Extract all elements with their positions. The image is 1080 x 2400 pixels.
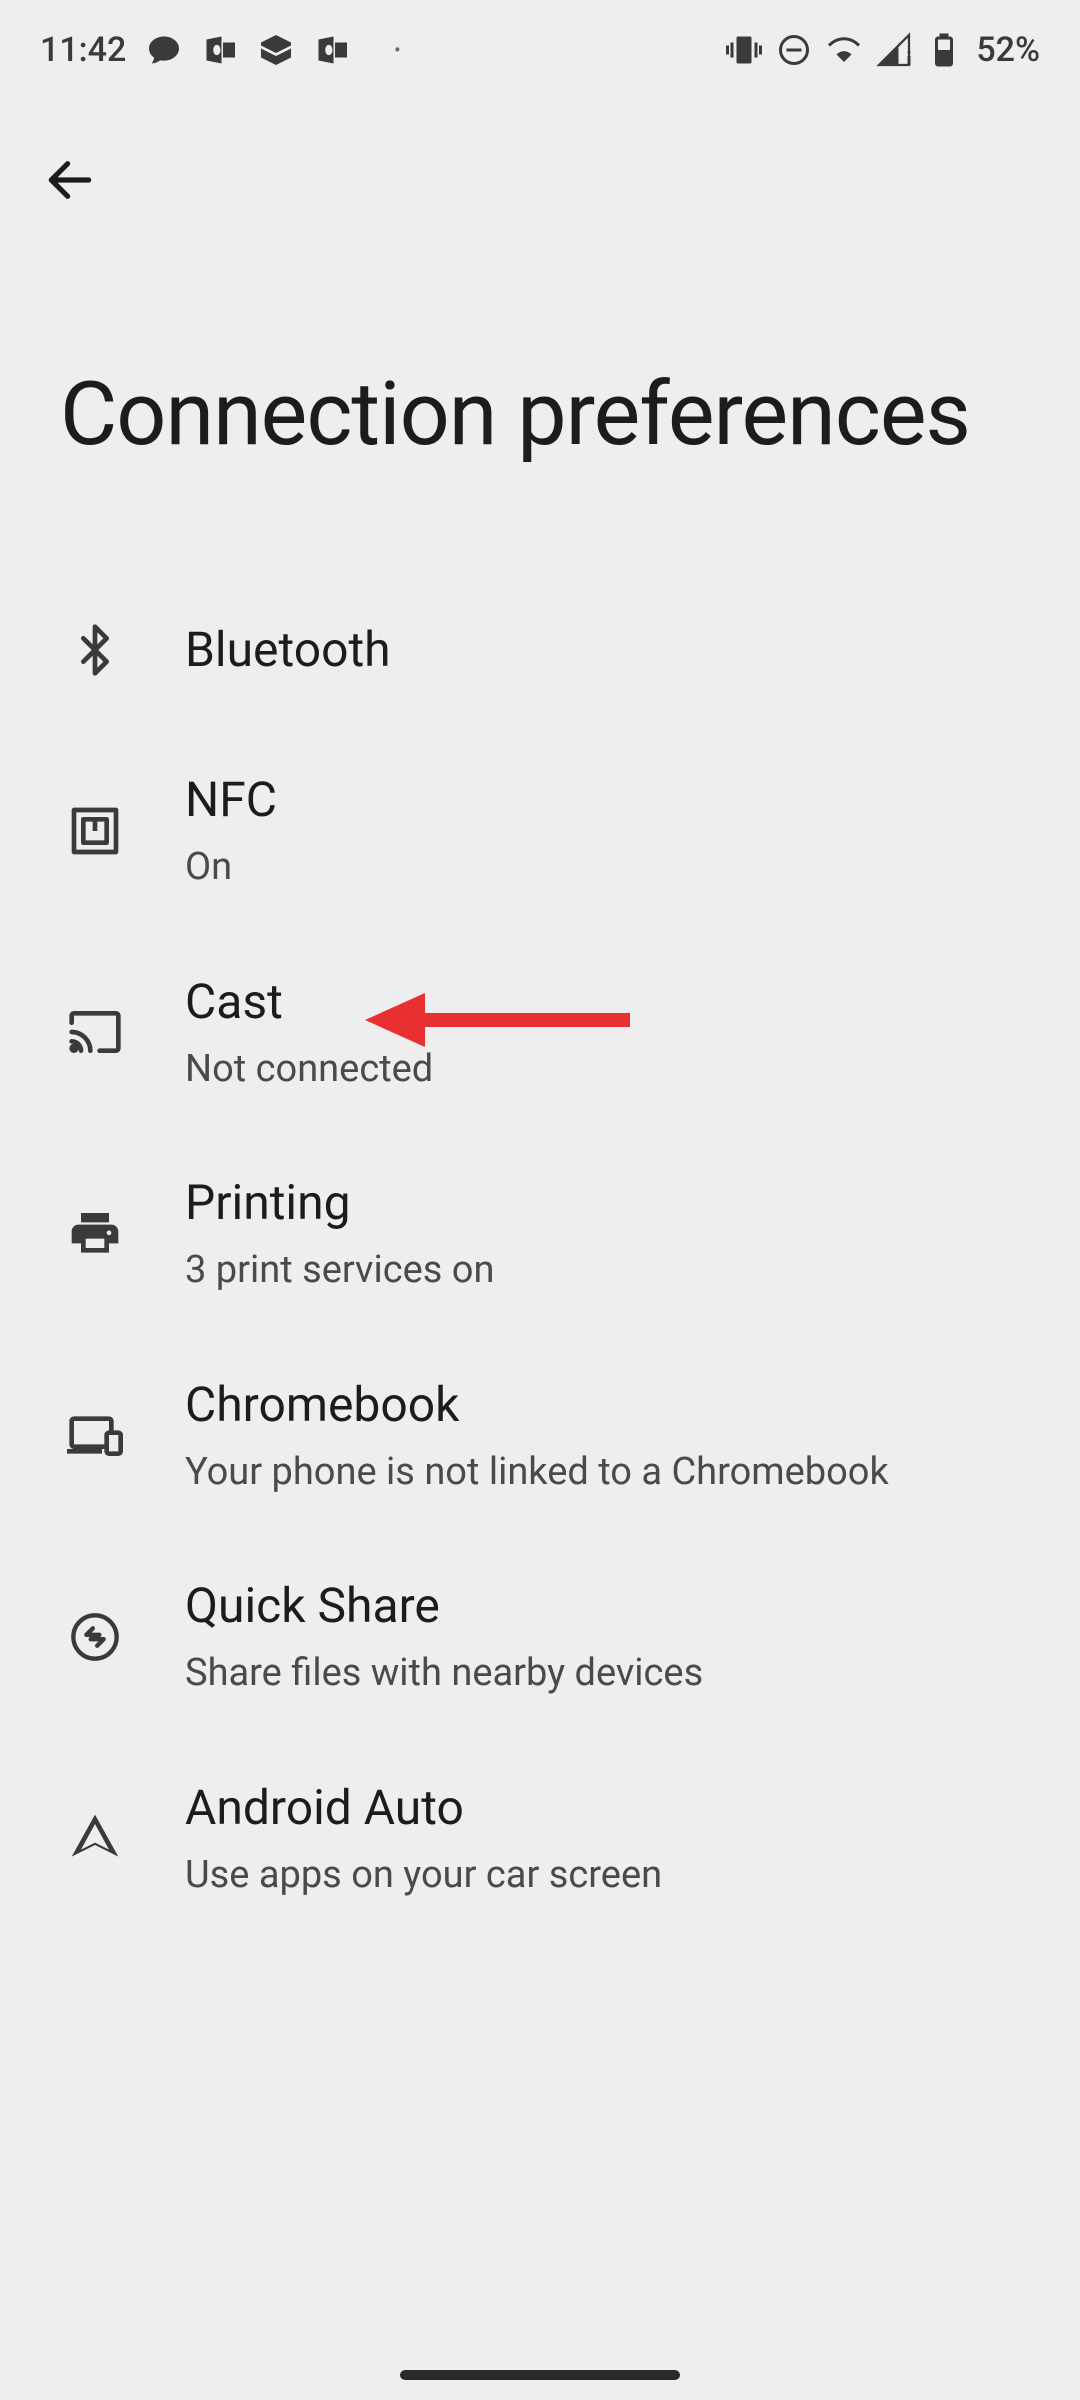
item-title: Quick Share (185, 1576, 1020, 1636)
header (0, 100, 1080, 220)
page-title: Connection preferences (0, 220, 1080, 570)
battery-icon (926, 32, 962, 68)
bluetooth-icon (60, 615, 130, 685)
gesture-nav-bar[interactable] (400, 2370, 680, 2380)
cast-icon (60, 997, 130, 1067)
item-text: Quick Share Share files with nearby devi… (185, 1576, 1020, 1698)
status-bar-left: 11:42 • (40, 30, 401, 70)
outlook-icon (202, 32, 238, 68)
status-time: 11:42 (40, 30, 126, 70)
vibrate-icon (726, 32, 762, 68)
setting-item-printing[interactable]: Printing 3 print services on (0, 1133, 1080, 1335)
item-text: Cast Not connected (185, 972, 1020, 1094)
battery-percentage: 52% (976, 30, 1040, 70)
item-subtitle: Share files with nearby devices (185, 1650, 1020, 1698)
setting-item-quick-share[interactable]: Quick Share Share files with nearby devi… (0, 1536, 1080, 1738)
item-subtitle: 3 print services on (185, 1247, 1020, 1295)
box-icon (258, 32, 294, 68)
item-text: Printing 3 print services on (185, 1173, 1020, 1295)
print-icon (60, 1199, 130, 1269)
item-title: Printing (185, 1173, 1020, 1233)
outlook-calendar-icon (314, 32, 350, 68)
nfc-icon (60, 796, 130, 866)
setting-item-nfc[interactable]: NFC On (0, 730, 1080, 932)
item-title: Bluetooth (185, 620, 1020, 680)
quick-share-icon (60, 1602, 130, 1672)
item-title: NFC (185, 770, 1020, 830)
dnd-icon (776, 32, 812, 68)
setting-item-cast[interactable]: Cast Not connected (0, 932, 1080, 1134)
android-auto-icon (60, 1803, 130, 1873)
wifi-icon (826, 32, 862, 68)
item-text: Android Auto Use apps on your car screen (185, 1778, 1020, 1900)
cellular-signal-icon (876, 32, 912, 68)
more-notifications-dot: • (394, 40, 400, 61)
arrow-left-icon (42, 152, 98, 208)
item-subtitle: Your phone is not linked to a Chromebook (185, 1449, 1020, 1497)
setting-item-bluetooth[interactable]: Bluetooth (0, 570, 1080, 730)
setting-item-android-auto[interactable]: Android Auto Use apps on your car screen (0, 1738, 1080, 1940)
item-text: NFC On (185, 770, 1020, 892)
back-button[interactable] (30, 140, 110, 220)
chat-bubble-icon (146, 32, 182, 68)
item-title: Android Auto (185, 1778, 1020, 1838)
item-subtitle: Use apps on your car screen (185, 1852, 1020, 1900)
setting-item-chromebook[interactable]: Chromebook Your phone is not linked to a… (0, 1335, 1080, 1537)
item-subtitle: Not connected (185, 1046, 1020, 1094)
status-bar: 11:42 • 52% (0, 0, 1080, 100)
status-bar-right: 52% (726, 30, 1040, 70)
item-text: Bluetooth (185, 620, 1020, 680)
item-subtitle: On (185, 844, 1020, 892)
item-title: Chromebook (185, 1375, 1020, 1435)
chromebook-icon (60, 1400, 130, 1470)
item-title: Cast (185, 972, 1020, 1032)
item-text: Chromebook Your phone is not linked to a… (185, 1375, 1020, 1497)
